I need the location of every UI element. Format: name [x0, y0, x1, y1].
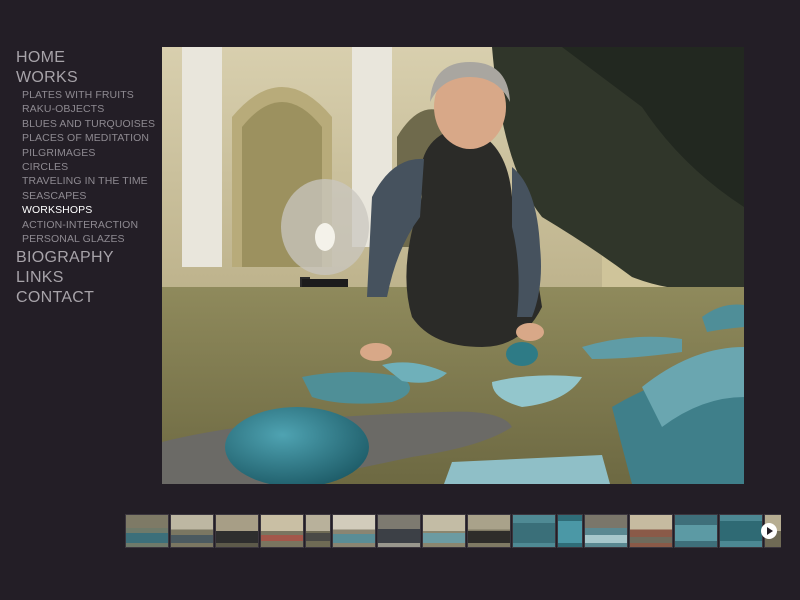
nav-works-seascapes[interactable]: SEASCAPES [22, 189, 156, 203]
nav-biography[interactable]: BIOGRAPHY [16, 248, 156, 268]
thumbnail[interactable] [215, 514, 259, 548]
thumbnail[interactable] [170, 514, 214, 548]
works-submenu: PLATES WITH FRUITS RAKU-OBJECTS BLUES AN… [16, 88, 156, 246]
thumbnail[interactable] [422, 514, 466, 548]
nav-home[interactable]: HOME [16, 48, 156, 68]
nav-works-workshops[interactable]: WORKSHOPS [22, 203, 156, 217]
nav-works-traveling-in-the-time[interactable]: TRAVELING IN THE TIME [22, 174, 156, 188]
main-photo [162, 47, 744, 484]
nav-works-action-interaction[interactable]: ACTION-INTERACTION [22, 218, 156, 232]
thumbnail[interactable] [512, 514, 556, 548]
thumbnail[interactable] [557, 514, 583, 548]
thumbnail[interactable] [674, 514, 718, 548]
nav-works-pilgrimages[interactable]: PILGRIMAGES [22, 146, 156, 160]
thumbnail-strip [125, 514, 781, 548]
nav-works-personal-glazes[interactable]: PERSONAL GLAZES [22, 232, 156, 246]
thumbnail[interactable] [125, 514, 169, 548]
thumbnail[interactable] [629, 514, 673, 548]
nav-works-raku-objects[interactable]: RAKU-OBJECTS [22, 102, 156, 116]
nav-works[interactable]: WORKS [16, 68, 156, 88]
thumbnail[interactable] [584, 514, 628, 548]
thumbnail[interactable] [377, 514, 421, 548]
nav-works-circles[interactable]: CIRCLES [22, 160, 156, 174]
thumbnail[interactable] [305, 514, 331, 548]
thumbnail[interactable] [260, 514, 304, 548]
thumbnail[interactable] [467, 514, 511, 548]
nav-works-blues-and-turquoises[interactable]: BLUES AND TURQUOISES [22, 117, 156, 131]
main-navigation: HOME WORKS PLATES WITH FRUITS RAKU-OBJEC… [16, 48, 156, 308]
main-photo-illustration [162, 47, 744, 484]
nav-links[interactable]: LINKS [16, 268, 156, 288]
thumbnail[interactable] [332, 514, 376, 548]
nav-works-plates-with-fruits[interactable]: PLATES WITH FRUITS [22, 88, 156, 102]
play-circle-icon[interactable] [761, 523, 777, 539]
nav-works-places-of-meditation[interactable]: PLACES OF MEDITATION [22, 131, 156, 145]
nav-contact[interactable]: CONTACT [16, 288, 156, 308]
thumbnail[interactable] [719, 514, 763, 548]
